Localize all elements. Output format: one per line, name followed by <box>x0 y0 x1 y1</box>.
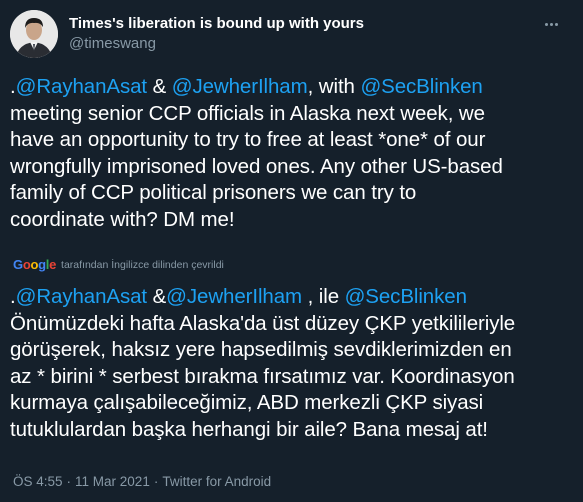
tweet-text-segment: & <box>147 285 167 308</box>
tweet-meta: ÖS 4:55 · 11 Mar 2021 · Twitter for Android <box>13 473 271 491</box>
tweet-time[interactable]: ÖS 4:55 <box>13 474 63 489</box>
translation-note: tarafından İngilizce dilinden çevrildi <box>61 259 224 271</box>
tweet-text-segment: Önümüzdeki hafta Alaska'da üst düzey ÇKP… <box>10 311 516 441</box>
author-handle[interactable]: @timeswang <box>69 34 364 54</box>
tweet-text-segment: meeting senior CCP officials in Alaska n… <box>10 101 503 231</box>
tweet-date[interactable]: 11 Mar 2021 <box>75 474 150 489</box>
google-logo: Google <box>13 257 57 272</box>
mention-link[interactable]: @SecBlinken <box>360 75 482 98</box>
more-options-icon[interactable] <box>540 13 562 35</box>
mention-link[interactable]: @RayhanAsat <box>16 285 147 308</box>
mention-link[interactable]: @RayhanAsat <box>16 75 147 98</box>
tweet-text-segment: , with <box>307 75 361 98</box>
mention-link[interactable]: @JewherIlham <box>166 285 302 308</box>
author-avatar[interactable] <box>10 10 58 58</box>
profile-photo-icon <box>10 10 58 58</box>
tweet-header: Times's liberation is bound up with your… <box>10 10 570 58</box>
translation-attribution: Google tarafından İngilizce dilinden çev… <box>13 257 224 273</box>
tweet-text-segment: & <box>147 75 172 98</box>
tweet-card: Times's liberation is bound up with your… <box>0 0 583 502</box>
tweet-text-segment: , ile <box>302 285 345 308</box>
tweet-translated-text: .@RayhanAsat &@JewherIlham , ile @SecBli… <box>10 284 580 443</box>
author-names: Times's liberation is bound up with your… <box>69 14 364 54</box>
mention-link[interactable]: @SecBlinken <box>345 285 467 308</box>
mention-link[interactable]: @JewherIlham <box>172 75 308 98</box>
tweet-source[interactable]: Twitter for Android <box>162 474 271 489</box>
tweet-original-text: .@RayhanAsat & @JewherIlham, with @SecBl… <box>10 74 580 233</box>
meta-separator: · <box>66 474 72 489</box>
author-display-name[interactable]: Times's liberation is bound up with your… <box>69 14 364 34</box>
meta-separator: · <box>153 474 159 489</box>
